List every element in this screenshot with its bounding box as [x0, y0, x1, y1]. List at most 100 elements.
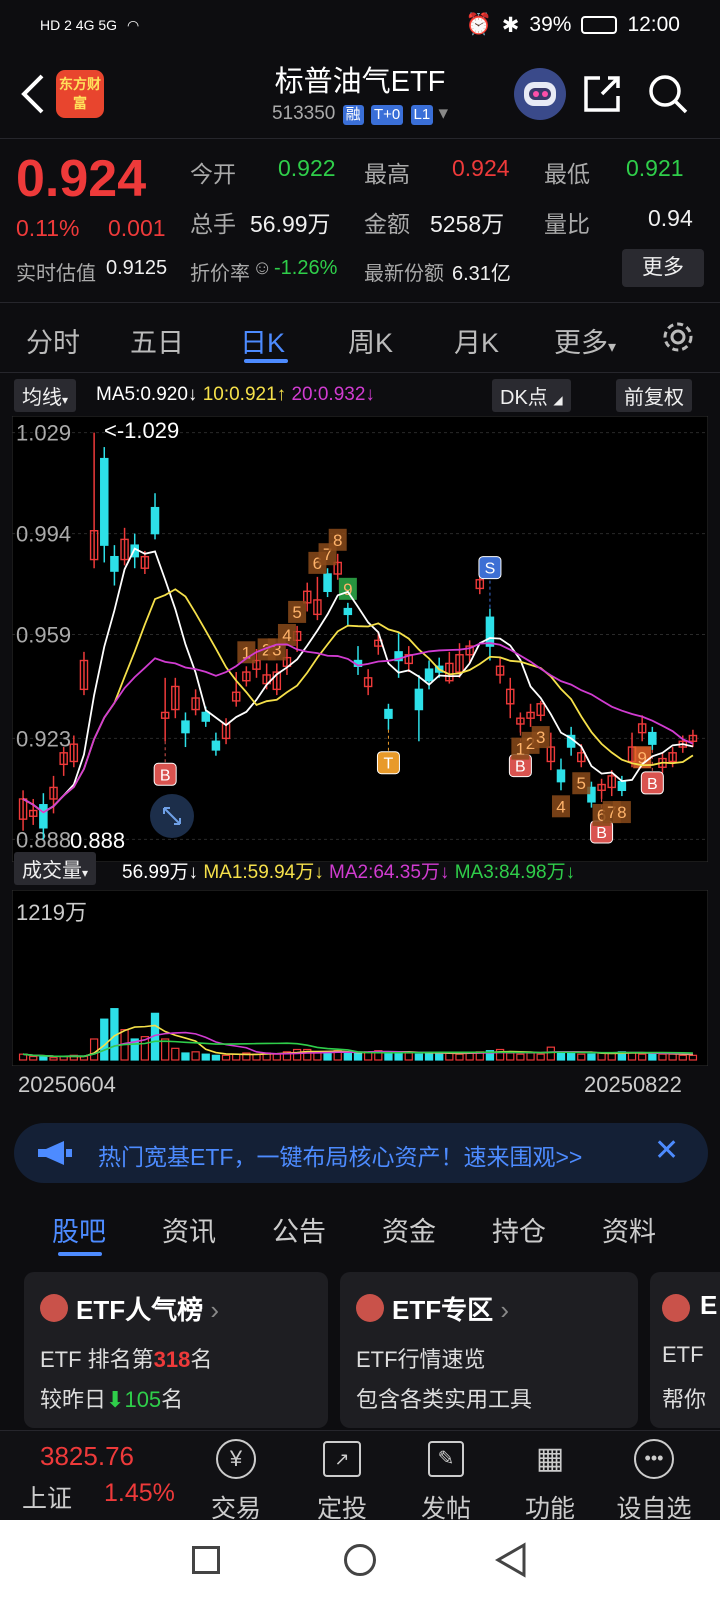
arrow-down-icon: ⬇ [106, 1387, 125, 1412]
volume-bar[interactable] [201, 1053, 210, 1061]
candle-body[interactable] [211, 740, 221, 751]
nav-watchlist[interactable]: ••• 设自选 [614, 1439, 694, 1523]
chevron-right-icon: › [210, 1295, 220, 1325]
volume-chart[interactable]: 1219万 [12, 890, 708, 1066]
tab-forum[interactable]: 股吧 [52, 1210, 106, 1249]
volume-bar[interactable] [435, 1052, 444, 1061]
arrow-down-icon: ↓ [565, 862, 576, 883]
candle-body[interactable] [100, 457, 109, 546]
edit-icon: ✎ [428, 1441, 464, 1477]
rank-change-value: 105 [124, 1387, 162, 1412]
rank-change-prefix: 较昨日 [40, 1387, 107, 1412]
change-percent: 0.11% [16, 215, 80, 241]
dk-point-label: DK点 [500, 387, 548, 409]
dropdown-icon[interactable]: ▾ [438, 103, 448, 124]
share-icon[interactable] [580, 72, 624, 116]
battery-percent: 39% [529, 13, 572, 36]
volume-max-label: 1219万 [16, 900, 87, 925]
tab-holdings[interactable]: 持仓 [492, 1210, 546, 1249]
volume-bar[interactable] [648, 1052, 657, 1061]
volume-mode-select[interactable]: 成交量▾ [14, 852, 97, 885]
tab-announcements[interactable]: 公告 [272, 1210, 326, 1249]
etf-zone-card[interactable]: ETF专区 › ETF行情速览 包含各类实用工具 [340, 1272, 638, 1428]
candlestick-chart[interactable]: 1.0290.9940.9590.9230.888 BBTSBB1 2 3456 78… [12, 416, 708, 862]
volume-bar[interactable] [100, 1018, 109, 1061]
caret-down-icon: ▾ [62, 393, 69, 407]
volume-bar[interactable] [39, 1055, 48, 1061]
candle-body[interactable] [39, 804, 48, 829]
dk-point-select[interactable]: DK点 ◢ [492, 379, 571, 412]
candle-body[interactable] [384, 708, 393, 719]
tab-profile[interactable]: 资料 [602, 1210, 656, 1249]
ma-mode-select[interactable]: 均线▾ [14, 379, 77, 412]
tab-five-day[interactable]: 五日 [130, 321, 184, 360]
more-quote-button[interactable]: 更多 [622, 249, 704, 287]
price-tick-label: 0.994 [16, 522, 71, 547]
tab-news[interactable]: 资讯 [162, 1210, 216, 1249]
volume-bar[interactable] [587, 1053, 596, 1061]
assistant-robot-icon[interactable] [514, 68, 566, 120]
volume-bar[interactable] [343, 1052, 353, 1061]
candle-body[interactable] [343, 607, 353, 616]
volume-bar[interactable] [414, 1053, 424, 1061]
adjust-select[interactable]: 前复权 [616, 379, 692, 412]
shares-label: 最新份额 [364, 263, 444, 285]
volume-bar[interactable] [424, 1052, 434, 1061]
candle-body[interactable] [485, 616, 495, 647]
tab-daily-k[interactable]: 日K [240, 321, 285, 360]
vol-ma1: MA1:59.94万 [203, 862, 315, 883]
tab-more[interactable]: 更多▾ [554, 321, 616, 360]
candle-body[interactable] [617, 780, 627, 792]
home-icon[interactable] [344, 1544, 376, 1576]
candle-body[interactable] [201, 711, 211, 722]
index-ticker[interactable]: 3825.76 上证 1.45% [0, 1431, 190, 1521]
search-icon[interactable] [646, 72, 690, 116]
volume-bar[interactable] [353, 1052, 363, 1061]
volume-bar[interactable] [566, 1052, 576, 1061]
tab-weekly-k[interactable]: 周K [348, 321, 393, 360]
volume-bar[interactable] [323, 1052, 332, 1061]
volume-bar[interactable] [211, 1054, 221, 1061]
nav-trade[interactable]: ¥ 交易 [196, 1439, 276, 1523]
candle-body[interactable] [424, 668, 434, 682]
candle-body[interactable] [648, 731, 657, 745]
nav-features[interactable]: ▦ 功能 [510, 1439, 590, 1523]
seq-marker-label: 8 [333, 531, 342, 550]
back-nav-icon[interactable] [494, 1542, 528, 1578]
card-line-2: 帮你 [662, 1387, 707, 1412]
promo-banner[interactable]: 热门宽基ETF，一键布局核心资产！速来围观>> ✕ [14, 1123, 708, 1183]
card-line-1: ETF行情速览 [356, 1347, 486, 1372]
volume-bar[interactable] [556, 1051, 566, 1061]
arrow-up-icon: ↑ [276, 384, 287, 405]
arrow-down-icon: ↓ [439, 862, 450, 883]
gear-icon[interactable] [660, 319, 696, 355]
tab-monthly-k[interactable]: 月K [454, 321, 499, 360]
security-code: 513350 [271, 103, 336, 124]
info-icon[interactable]: ☺ [252, 257, 272, 280]
candle-body[interactable] [323, 573, 332, 592]
arrow-down-icon: ↓ [188, 862, 199, 883]
seq-marker-label: 8 [617, 803, 626, 822]
zoom-button[interactable] [150, 794, 194, 838]
close-icon[interactable]: ✕ [654, 1133, 679, 1168]
card-line-2: 包含各类实用工具 [356, 1387, 533, 1412]
tab-funds[interactable]: 资金 [382, 1210, 436, 1249]
high-value: 0.924 [452, 155, 510, 181]
network-indicator: HD 2 4G 5G [40, 17, 118, 33]
banner-text: 热门宽基ETF，一键布局核心资产！速来围观>> [98, 1144, 583, 1170]
etf-popularity-card[interactable]: ETF人气榜 › ETF 排名第318名 较昨日⬇105名 [24, 1272, 328, 1428]
candle-body[interactable] [181, 720, 190, 734]
candle-body[interactable] [110, 555, 119, 572]
recent-apps-icon[interactable] [192, 1546, 220, 1574]
nav-post[interactable]: ✎ 发帖 [406, 1439, 486, 1523]
edu-card[interactable]: E ETF 帮你 [650, 1272, 720, 1428]
candle-body[interactable] [556, 769, 566, 783]
tab-intraday[interactable]: 分时 [26, 321, 80, 360]
candle-body[interactable] [414, 688, 424, 711]
nav-auto-invest[interactable]: ↗ 定投 [302, 1439, 382, 1523]
candle-body[interactable] [150, 506, 160, 535]
seq-marker-label: 5 [577, 774, 586, 793]
corner-icon: ◢ [553, 393, 563, 407]
volume-bar[interactable] [181, 1052, 190, 1061]
rank-change-line: 较昨日⬇105名 [40, 1382, 183, 1414]
